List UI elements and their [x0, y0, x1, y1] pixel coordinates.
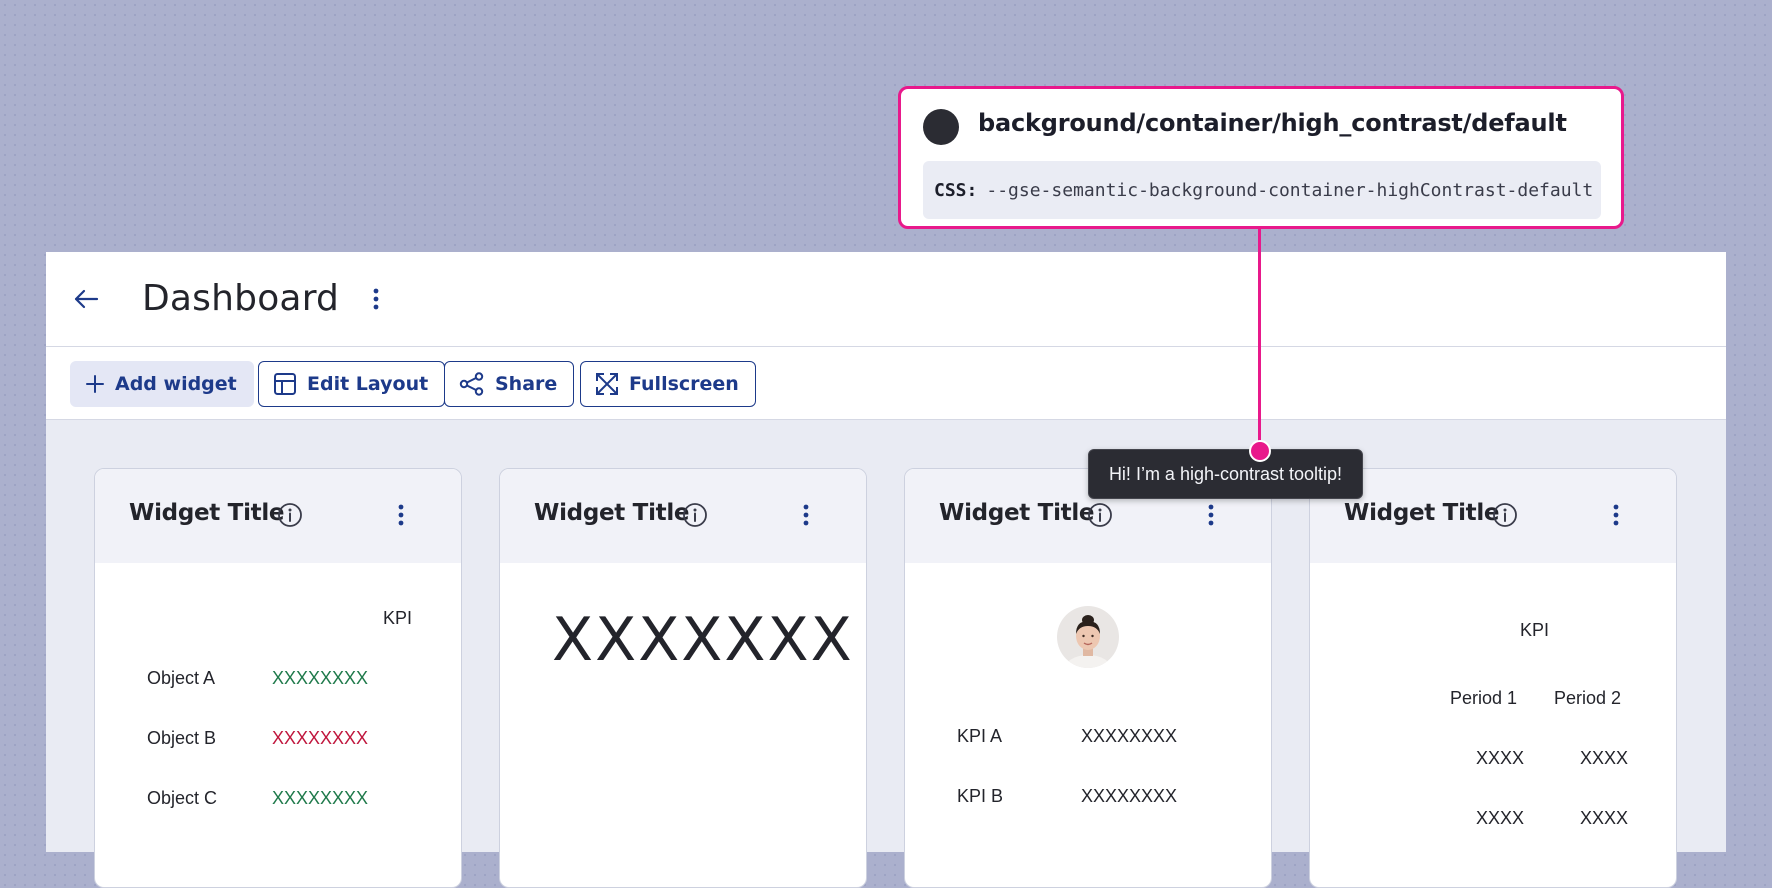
page-title: Dashboard [142, 278, 340, 319]
dashboard-frame: Dashboard Add widget Edit Layout Share F… [46, 252, 1726, 888]
column-header: Period 2 [1554, 688, 1622, 708]
widget-header: Widget Title [95, 469, 461, 563]
more-vertical-icon [1613, 504, 1619, 526]
token-name: background/container/high_contrast/defau… [978, 109, 1567, 137]
tooltip: Hi! I’m a high-contrast tooltip! [1088, 449, 1363, 499]
row-value: XXXXXXXX [272, 728, 369, 748]
annotation-connector [1258, 228, 1261, 450]
info-icon[interactable] [682, 502, 708, 528]
column-header: Period 1 [1450, 688, 1518, 708]
fullscreen-button[interactable]: Fullscreen [580, 361, 756, 407]
row-value: XXXXXXXX [1081, 726, 1178, 746]
widget-title: Widget Title [129, 500, 285, 526]
info-icon[interactable] [277, 502, 303, 528]
widget-title: Widget Title [534, 500, 690, 526]
arrow-left-icon [74, 289, 99, 309]
kpi-column-header: KPI [383, 608, 413, 628]
widget-options-button[interactable] [1602, 500, 1630, 530]
share-icon [459, 372, 484, 396]
widget-header: Widget Title [1310, 469, 1676, 563]
widget-options-button[interactable] [792, 500, 820, 530]
token-annotation-card: background/container/high_contrast/defau… [898, 86, 1624, 229]
widget-title: Widget Title [1344, 500, 1500, 526]
toolbar: Add widget Edit Layout Share Fullscreen [46, 347, 1726, 420]
color-swatch [923, 109, 959, 145]
annotation-anchor-dot [1249, 440, 1271, 462]
info-icon[interactable] [1492, 502, 1518, 528]
table-cell: XXXX [1580, 748, 1629, 768]
edit-layout-label: Edit Layout [307, 373, 429, 395]
more-vertical-icon [398, 504, 404, 526]
table-cell: XXXX [1476, 808, 1525, 828]
page-options-button[interactable] [362, 285, 390, 313]
page-header: Dashboard [46, 252, 1726, 347]
back-button[interactable] [72, 285, 100, 313]
row-label: KPI B [957, 786, 1004, 806]
add-widget-button[interactable]: Add widget [70, 361, 254, 407]
fullscreen-label: Fullscreen [629, 373, 739, 395]
row-value: XXXXXXXX [272, 668, 369, 688]
row-label: Object A [147, 668, 216, 688]
person-avatar-image [1057, 606, 1119, 668]
widget-card: Widget Title KPI A XXXXXXXX KPI B XXXXXX… [904, 468, 1272, 888]
row-value: XXXXXXXX [272, 788, 369, 808]
add-widget-label: Add widget [115, 373, 237, 395]
widget-card: Widget Title XXXXXXX [499, 468, 867, 888]
widget-header: Widget Title [500, 469, 866, 563]
more-vertical-icon [803, 504, 809, 526]
layout-icon [274, 373, 296, 395]
row-label: KPI A [957, 726, 1003, 746]
expand-icon [596, 373, 618, 395]
widget-card: Widget Title KPI Period 1 Period 2 XXXX … [1309, 468, 1677, 888]
table-cell: XXXX [1580, 808, 1629, 828]
kpi-column-header: KPI [1520, 620, 1550, 640]
row-value: XXXXXXXX [1081, 786, 1178, 806]
widget-options-button[interactable] [1197, 500, 1225, 530]
info-icon[interactable] [1087, 502, 1113, 528]
avatar [1057, 606, 1119, 668]
row-label: Object B [147, 728, 217, 748]
share-label: Share [495, 373, 558, 395]
css-variable-row: CSS: --gse-semantic-background-container… [923, 161, 1601, 219]
big-kpi-value: XXXXXXX [552, 605, 854, 675]
widget-title: Widget Title [939, 500, 1095, 526]
css-variable-name: --gse-semantic-background-container-high… [986, 179, 1594, 201]
more-vertical-icon [373, 288, 379, 310]
table-cell: XXXX [1476, 748, 1525, 768]
more-vertical-icon [1208, 504, 1214, 526]
plus-icon [86, 375, 104, 393]
edit-layout-button[interactable]: Edit Layout [258, 361, 446, 407]
css-label: CSS: [934, 179, 978, 201]
share-button[interactable]: Share [444, 361, 575, 407]
row-label: Object C [147, 788, 218, 808]
widget-card: Widget Title KPI Object A XXXXXXXX Objec… [94, 468, 462, 888]
widget-options-button[interactable] [387, 500, 415, 530]
